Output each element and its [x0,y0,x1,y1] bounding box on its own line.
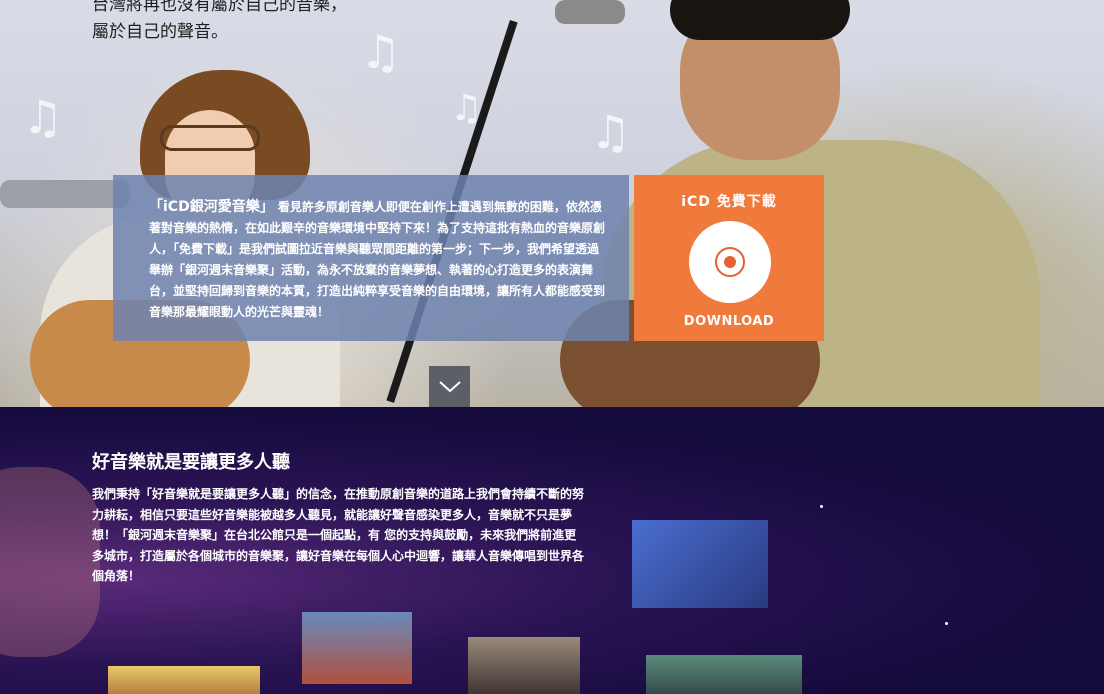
hero-tagline: 台灣將再也沒有屬於自己的音樂， 屬於自己的聲音。 [92,0,347,46]
performer-left-glasses [160,125,260,151]
event-photo[interactable] [646,655,802,694]
music-note-icon: ♫ [22,90,64,144]
hero-tagline-line1: 台灣將再也沒有屬於自己的音樂， [92,0,347,15]
section-body: 我們秉持「好音樂就是要讓更多人聽」的信念，在推動原創音樂的道路上我們會持續不斷的… [92,487,585,583]
microphone-icon [555,0,625,24]
hero-tagline-line2: 屬於自己的聲音。 [92,22,228,42]
music-note-icon: ♫ [360,25,402,79]
event-photo[interactable] [632,520,768,608]
cd-disc-icon [689,221,771,303]
download-label: DOWNLOAD [683,314,775,329]
section-title: 好音樂就是要讓更多人聽 [92,452,290,473]
event-photo[interactable] [108,666,260,694]
hero-banner: ♫ ♫ ♫ ♫ 台灣將再也沒有屬於自己的音樂， 屬於自己的聲音。 「iCD銀河愛… [0,0,1104,407]
performer-right-glasses [690,8,810,38]
music-note-icon: ♫ [450,88,483,129]
intro-lead: 「iCD銀河愛音樂」 [149,199,274,215]
scroll-down-button[interactable] [429,366,470,407]
mission-section: 好音樂就是要讓更多人聽 我們秉持「好音樂就是要讓更多人聽」的信念，在推動原創音樂… [0,407,1104,694]
intro-info-box: 「iCD銀河愛音樂」 看見許多原創音樂人即便在創作上遭遇到無數的困難，依然憑著對… [113,175,629,341]
sparkle [945,622,948,625]
cd-disc-center [724,256,736,268]
background-silhouette [0,467,100,657]
download-title: iCD 免費下載 [681,194,777,210]
music-note-icon: ♫ [590,105,632,159]
chevron-down-icon [438,380,461,392]
download-button[interactable]: iCD 免費下載 DOWNLOAD [634,175,824,341]
microphone-left-icon [0,180,130,208]
sparkle [820,505,823,508]
event-photo[interactable] [468,637,580,694]
event-photo[interactable] [302,612,412,684]
intro-body: 看見許多原創音樂人即便在創作上遭遇到無數的困難，依然憑著對音樂的熱情，在如此艱辛… [149,200,606,319]
